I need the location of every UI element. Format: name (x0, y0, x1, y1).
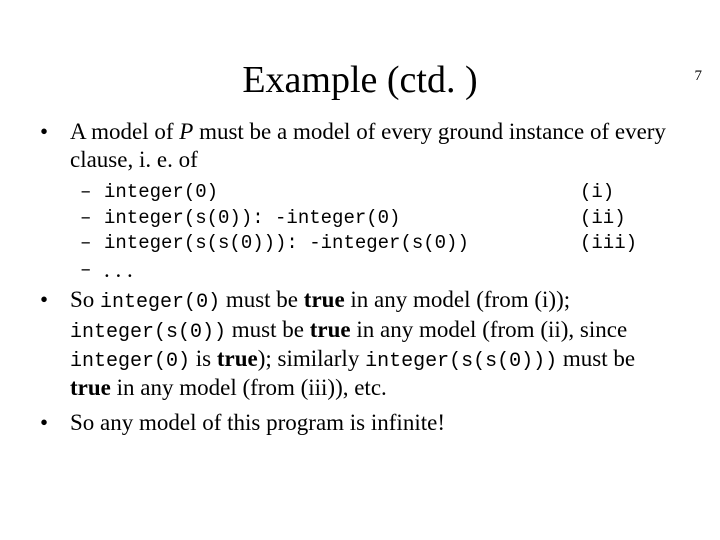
t: is (190, 346, 217, 371)
bullet-1-P: P (179, 119, 193, 144)
bullet-3-text: So any model of this program is infinite… (70, 409, 680, 437)
bullet-1-text: A model of P must be a model of every gr… (70, 118, 680, 174)
slide-body: • A model of P must be a model of every … (0, 118, 720, 437)
code-dash: – (40, 206, 104, 232)
code-label: (iii) (580, 231, 680, 257)
code-dash: – (40, 231, 104, 257)
bullet-2: • So integer(0) must be true in any mode… (40, 286, 680, 402)
t: must be (557, 346, 635, 371)
code-dash: – (40, 180, 104, 206)
code-text: integer(0) (104, 180, 580, 206)
bullet-2-text: So integer(0) must be true in any model … (70, 286, 680, 402)
bullet-3: • So any model of this program is infini… (40, 409, 680, 437)
bullet-1-pre: A model of (70, 119, 179, 144)
bullet-dot: • (40, 118, 70, 174)
code-row-ellipsis: – . . . (40, 257, 680, 282)
bullet-dot: • (40, 409, 70, 437)
ellipsis-text: . . . (104, 257, 133, 282)
t: must be (220, 287, 304, 312)
t: ); similarly (258, 346, 365, 371)
t: in any model (from (i)); (345, 287, 570, 312)
code-row-2: – integer(s(0)): -integer(0) (ii) (40, 206, 680, 232)
slide-title: Example (ctd. ) (0, 58, 720, 102)
code-label: (i) (580, 180, 680, 206)
bullet-1: • A model of P must be a model of every … (40, 118, 680, 174)
bold-true: true (304, 287, 345, 312)
code-inline: integer(s(s(0))) (365, 350, 557, 373)
code-inline: integer(s(0)) (70, 321, 226, 344)
bold-true: true (310, 317, 351, 342)
t: in any model (from (iii)), etc. (111, 375, 387, 400)
t: in any model (from (ii), since (351, 317, 628, 342)
code-label: (ii) (580, 206, 680, 232)
code-inline: integer(0) (100, 291, 220, 314)
code-inline: integer(0) (70, 350, 190, 373)
t: must be (226, 317, 310, 342)
code-text: integer(s(0)): -integer(0) (104, 206, 580, 232)
code-text: integer(s(s(0))): -integer(s(0)) (104, 231, 580, 257)
bold-true: true (70, 375, 111, 400)
bold-true: true (217, 346, 258, 371)
bullet-dot: • (40, 286, 70, 402)
code-row-3: – integer(s(s(0))): -integer(s(0)) (iii) (40, 231, 680, 257)
page-number: 7 (695, 68, 703, 85)
code-list: – integer(0) (i) – integer(s(0)): -integ… (40, 180, 680, 282)
code-dash: – (80, 257, 104, 282)
t: So (70, 287, 100, 312)
code-row-1: – integer(0) (i) (40, 180, 680, 206)
